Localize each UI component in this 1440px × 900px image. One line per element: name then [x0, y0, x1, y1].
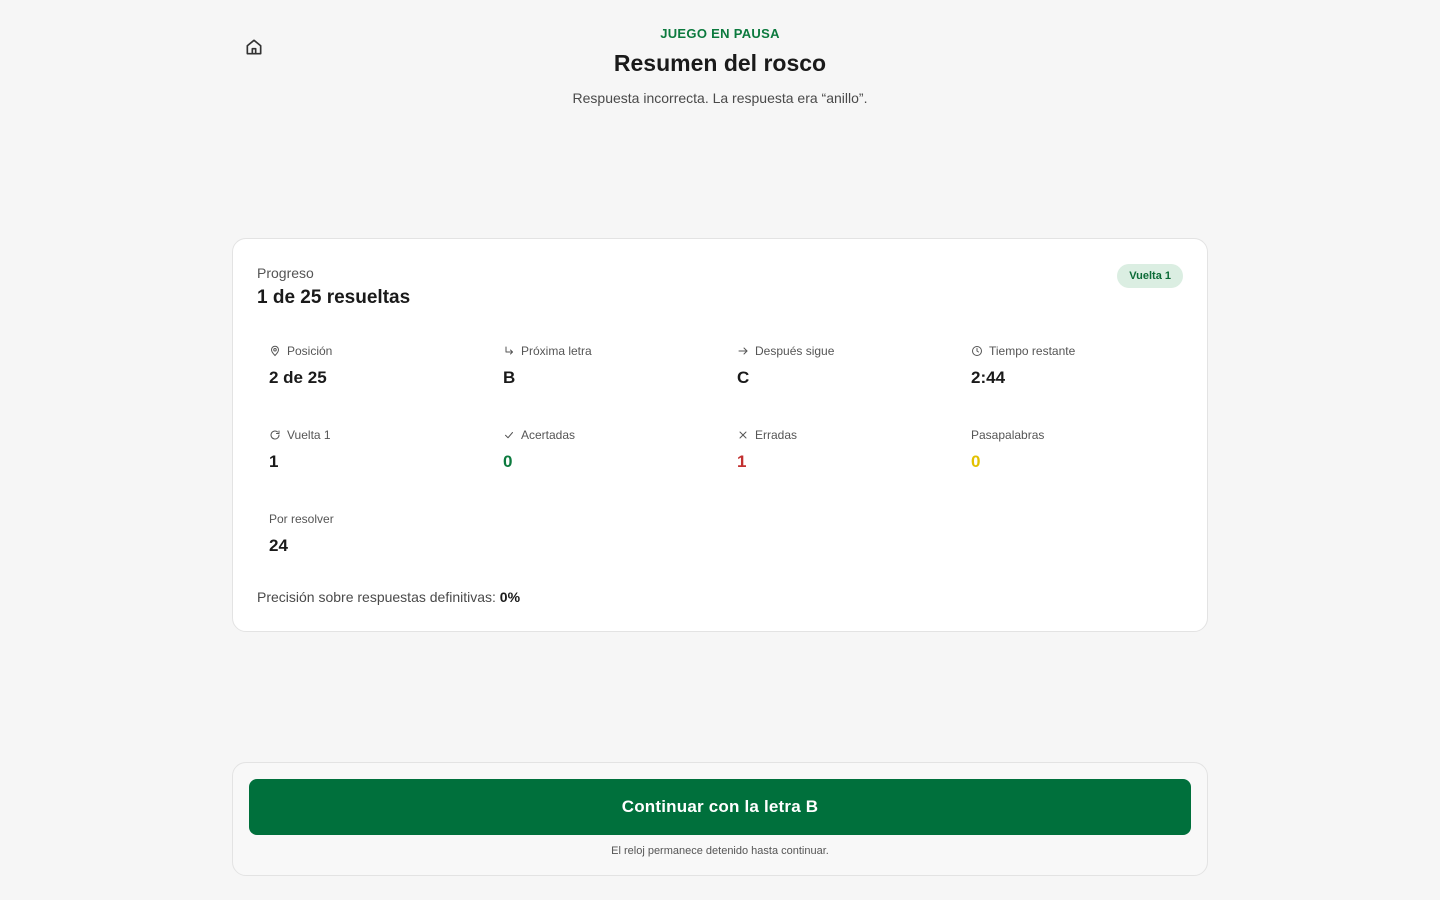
stats-grid: Posición 2 de 25 Próxima letra B Después…: [257, 343, 1183, 595]
precision-summary: Precisión sobre respuestas definitivas: …: [257, 589, 520, 605]
stat-value: B: [503, 368, 516, 387]
stat-value: 24: [269, 536, 288, 555]
stat-wrong: Erradas 1: [737, 427, 971, 511]
stat-value: 1: [269, 452, 279, 471]
stat-next-letter: Próxima letra B: [503, 343, 737, 427]
stat-correct: Acertadas 0: [503, 427, 737, 511]
stat-label: Después sigue: [755, 344, 835, 358]
stat-value: 2:44: [971, 368, 1006, 387]
game-status-label: JUEGO EN PAUSA: [660, 26, 780, 41]
stat-label: Vuelta 1: [287, 428, 331, 442]
stat-label: Por resolver: [269, 512, 334, 526]
stat-label: Próxima letra: [521, 344, 592, 358]
x-icon: [739, 431, 747, 439]
stat-value: 1: [737, 452, 747, 471]
precision-label: Precisión sobre respuestas definitivas:: [257, 589, 496, 605]
check-icon: [505, 432, 513, 439]
precision-value: 0%: [499, 589, 521, 605]
summary-card: Progreso 1 de 25 resueltas Vuelta 1 Posi…: [232, 238, 1208, 632]
progress-value: 1 de 25 resueltas: [257, 287, 411, 308]
stat-value: 2 de 25: [269, 368, 327, 387]
stat-after-next: Después sigue C: [737, 343, 971, 427]
location-pin-icon: [270, 345, 280, 357]
stat-round: Vuelta 1 1: [269, 427, 503, 511]
stat-label: Acertadas: [521, 428, 576, 442]
stat-time-remaining: Tiempo restante 2:44: [971, 343, 1205, 427]
page-header: JUEGO EN PAUSA Resumen del rosco Respues…: [0, 26, 1440, 106]
stat-pending: Por resolver 24: [269, 511, 503, 595]
page-title: Resumen del rosco: [613, 50, 827, 76]
stat-value: C: [737, 368, 750, 387]
answer-feedback: Respuesta incorrecta. La respuesta era “…: [572, 90, 868, 106]
footer-panel: Continuar con la letra B El reloj perman…: [232, 762, 1208, 876]
round-badge: Vuelta 1: [1117, 264, 1183, 288]
stat-label: Posición: [287, 344, 333, 358]
arrow-right-icon: [738, 347, 748, 355]
stat-label: Pasapalabras: [971, 428, 1045, 442]
stat-value: 0: [503, 452, 513, 471]
clock-paused-note: El reloj permanece detenido hasta contin…: [611, 845, 829, 857]
stat-position: Posición 2 de 25: [269, 343, 503, 427]
progress-label: Progreso: [257, 265, 314, 281]
stat-passes: Pasapalabras 0: [971, 427, 1205, 511]
turn-arrow-icon: [505, 346, 513, 355]
stat-label: Erradas: [755, 428, 798, 442]
stat-label: Tiempo restante: [989, 344, 1076, 358]
clock-icon: [972, 346, 982, 356]
refresh-icon: [270, 430, 280, 440]
stat-value: 0: [971, 452, 981, 471]
continue-button[interactable]: Continuar con la letra B: [249, 779, 1191, 835]
